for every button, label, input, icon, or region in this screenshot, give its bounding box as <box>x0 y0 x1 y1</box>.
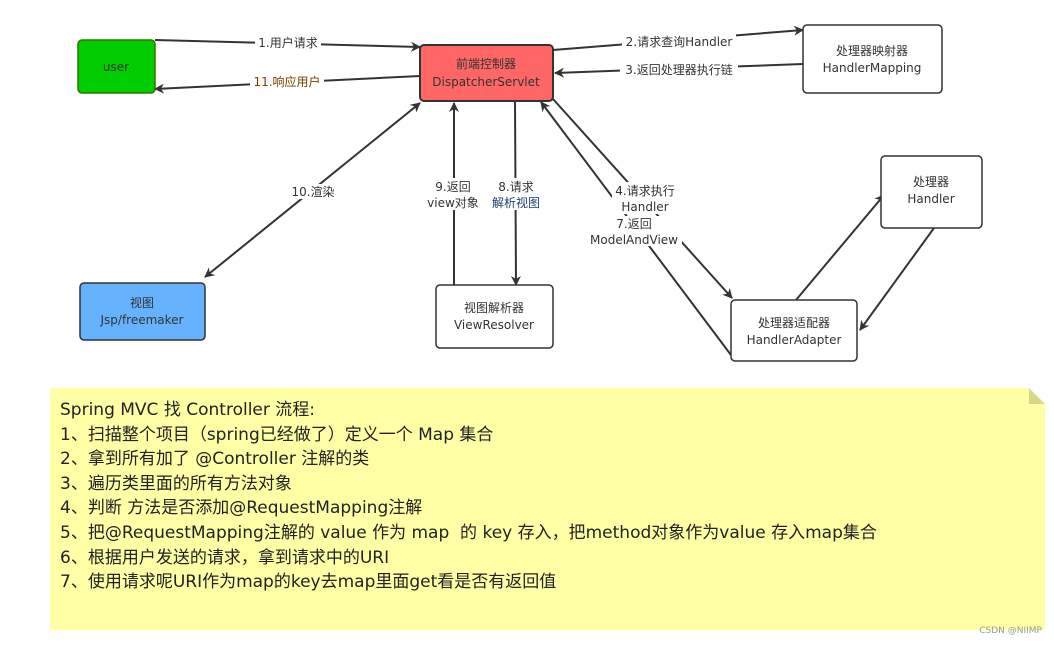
node-dispatcher-servlet: 前端控制器 DispatcherServlet <box>419 44 554 102</box>
edge-adapter-handler <box>795 194 885 301</box>
svg-text:处理器适配器: 处理器适配器 <box>758 316 830 330</box>
edge-9-label-1: 9.返回 <box>435 180 470 194</box>
svg-text:Handler: Handler <box>907 192 954 206</box>
svg-text:处理器映射器: 处理器映射器 <box>836 43 908 58</box>
note-line: 3、遍历类里面的所有方法对象 <box>60 473 292 494</box>
edge-4-label-1: 4.请求执行 <box>615 184 674 198</box>
note-fold-corner <box>1029 388 1045 404</box>
diagram-canvas: 1.用户请求 2.请求查询Handler 3.返回处理器执行链 11.响应用户 … <box>0 0 1054 646</box>
note-line: 4、判断 方法是否添加@RequestMapping注解 <box>60 498 423 519</box>
edge-11-label: 11.响应用户 <box>253 74 320 89</box>
flow-diagram: 1.用户请求 2.请求查询Handler 3.返回处理器执行链 11.响应用户 … <box>77 24 983 362</box>
edge-8-label-1: 8.请求 <box>498 180 533 194</box>
svg-text:HandlerMapping: HandlerMapping <box>823 61 922 75</box>
watermark: CSDN @NIIMP <box>979 626 1042 636</box>
note-line: 5、把@RequestMapping注解的 value 作为 map 的 key… <box>60 522 877 543</box>
note-line: 7、使用请求呢URI作为map的key去map里面get看是否有返回值 <box>60 572 557 593</box>
edge-4-label-2: Handler <box>621 200 668 214</box>
edge-9-label-2: view对象 <box>427 196 479 210</box>
edge-10-label: 10.渲染 <box>291 184 334 199</box>
svg-text:Jsp/freemaker: Jsp/freemaker <box>100 313 184 327</box>
node-handler-mapping: 处理器映射器 HandlerMapping <box>802 24 943 94</box>
edge-7-label-2: ModelAndView <box>590 233 678 247</box>
edge-1-label: 1.用户请求 <box>258 35 317 50</box>
edge-7-label-1: 7.返回 <box>616 217 651 231</box>
node-view: 视图 Jsp/freemaker <box>79 282 206 341</box>
edge-handler-adapter <box>859 227 935 331</box>
note-line: 1、扫描整个项目（spring已经做了）定义一个 Map 集合 <box>60 424 494 445</box>
svg-text:HandlerAdapter: HandlerAdapter <box>747 333 842 347</box>
svg-text:视图解析器: 视图解析器 <box>464 300 524 315</box>
note-lines: Spring MVC 找 Controller 流程: 1、扫描整个项目（spri… <box>60 398 877 595</box>
note-spring-mvc-flow: Spring MVC 找 Controller 流程: 1、扫描整个项目（spri… <box>50 388 1045 630</box>
svg-text:user: user <box>103 60 129 74</box>
svg-text:ViewResolver: ViewResolver <box>454 318 534 332</box>
svg-text:视图: 视图 <box>130 295 154 310</box>
node-handler-adapter: 处理器适配器 HandlerAdapter <box>730 299 858 362</box>
node-handler: 处理器 Handler <box>880 155 983 229</box>
edge-2-label: 2.请求查询Handler <box>626 35 733 49</box>
edge-8-label-2: 解析视图 <box>492 195 540 210</box>
node-user: user <box>77 39 156 94</box>
note-line: 6、根据用户发送的请求，拿到请求中的URI <box>60 547 390 568</box>
svg-text:处理器: 处理器 <box>913 175 949 189</box>
note-title: Spring MVC 找 Controller 流程: <box>60 400 315 420</box>
svg-text:DispatcherServlet: DispatcherServlet <box>432 75 540 89</box>
node-view-resolver: 视图解析器 ViewResolver <box>435 284 554 349</box>
note-line: 2、拿到所有加了 @Controller 注解的类 <box>60 449 370 470</box>
edge-3-label: 3.返回处理器执行链 <box>625 62 732 77</box>
svg-text:前端控制器: 前端控制器 <box>456 56 516 71</box>
